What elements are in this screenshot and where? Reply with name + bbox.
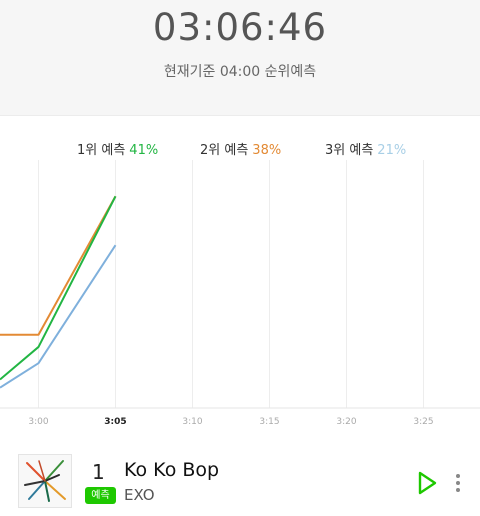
legend-item-rank3: 3위 예측 21% [325,139,406,158]
legend-label: 2위 예측 [200,143,249,158]
more-options-button[interactable] [450,472,466,494]
legend-percent: 21% [377,143,407,158]
album-art-graphic [24,460,66,502]
countdown-panel: 03:06:46 현재기준 04:00 순위예측 [0,0,480,116]
x-tick-label: 3:05 [104,417,126,427]
legend-percent: 41% [129,143,159,158]
legend-item-rank2: 2위 예측 38% [200,139,281,158]
series-line [0,195,117,381]
prediction-basis-label: 현재기준 04:00 순위예측 [163,64,317,80]
more-vertical-icon [456,474,460,492]
artist-name[interactable]: EXO [124,486,155,504]
song-row[interactable]: 1 Ko Ko Bop 예측 EXO [0,440,480,516]
album-cover-image[interactable] [18,454,72,508]
x-tick-label: 3:20 [336,417,356,427]
series-line [0,244,117,389]
countdown-timer: 03:06:46 [152,6,328,49]
legend-item-rank1: 1위 예측 41% [77,139,158,158]
x-tick-label: 3:15 [259,417,279,427]
prediction-badge: 예측 [85,487,116,504]
song-title[interactable]: Ko Ko Bop [124,459,219,481]
legend-percent: 38% [252,143,282,158]
x-tick-label: 3:25 [413,417,433,427]
prediction-line-chart: 3:00 3:05 3:10 3:15 3:20 3:25 [0,160,480,427]
play-icon [418,471,437,495]
song-rank: 1 [92,460,105,484]
legend-label: 3위 예측 [325,143,374,158]
play-button[interactable] [415,470,439,496]
legend-label: 1위 예측 [77,143,126,158]
x-tick-label: 3:10 [182,417,202,427]
x-tick-label: 3:00 [28,417,48,427]
series-line [0,195,117,336]
